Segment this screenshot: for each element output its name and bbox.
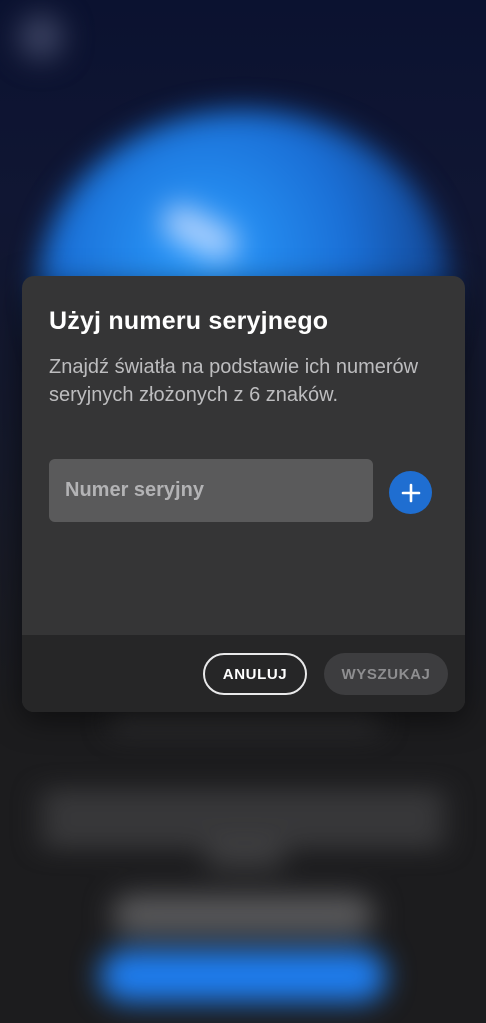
serial-number-dialog: Użyj numeru seryjnego Znajdź światła na … — [22, 276, 465, 712]
blurred-text-line — [205, 850, 285, 866]
search-button[interactable]: WYSZUKAJ — [324, 653, 448, 695]
dialog-body: Użyj numeru seryjnego Znajdź światła na … — [22, 276, 465, 635]
dialog-title: Użyj numeru seryjnego — [49, 307, 329, 335]
cancel-button[interactable]: ANULUJ — [203, 653, 307, 695]
blurred-text-line — [40, 795, 446, 813]
serial-number-input[interactable] — [49, 459, 373, 522]
add-serial-button[interactable] — [389, 471, 432, 514]
blurred-secondary-button — [112, 895, 374, 935]
screen: Użyj numeru seryjnego Znajdź światła na … — [0, 0, 486, 1023]
blurred-primary-button — [100, 950, 386, 1002]
blurred-text-line — [110, 715, 380, 729]
blurred-text-line — [40, 825, 446, 843]
dialog-description: Znajdź światła na podstawie ich numerów … — [49, 356, 419, 406]
back-button-blurred — [18, 14, 64, 60]
dialog-footer: ANULUJ WYSZUKAJ — [22, 635, 465, 712]
plus-icon — [401, 483, 420, 502]
